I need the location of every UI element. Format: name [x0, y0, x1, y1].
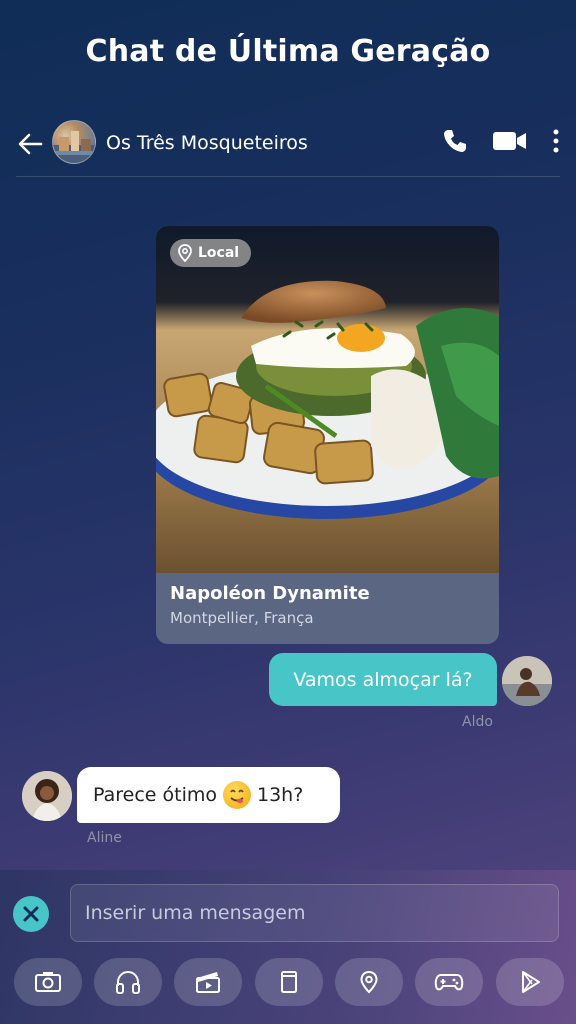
back-arrow-icon[interactable]	[16, 130, 44, 158]
group-avatar[interactable]	[52, 120, 96, 164]
avatar-aline[interactable]	[22, 771, 72, 821]
sender-name-aline: Aline	[87, 830, 122, 846]
video-camera-icon[interactable]	[492, 126, 528, 156]
incoming-text-end: 13h?	[257, 784, 304, 806]
message-input[interactable]	[70, 884, 559, 942]
incoming-text-start: Parece ótimo	[93, 784, 217, 806]
gamepad-icon	[434, 974, 464, 991]
chat-header: Os Três Mosqueteiros	[0, 118, 576, 170]
document-icon	[281, 971, 297, 993]
outgoing-message[interactable]: Vamos almoçar lá?	[269, 653, 497, 706]
place-badge-label: Local	[198, 245, 240, 261]
attachment-toolbar	[0, 958, 576, 1006]
place-name: Napoléon Dynamite	[170, 583, 370, 604]
clapperboard-icon	[196, 972, 220, 993]
incoming-message[interactable]: Parece ótimo 13h?	[77, 767, 340, 823]
place-badge: Local	[170, 239, 252, 267]
sender-name-aldo: Aldo	[462, 714, 493, 730]
location-button[interactable]	[335, 958, 403, 1006]
food-photo	[156, 226, 499, 573]
phone-icon[interactable]	[440, 126, 470, 156]
close-icon	[23, 906, 39, 922]
avatar-aldo[interactable]	[502, 656, 552, 706]
place-info: Napoléon Dynamite Montpellier, França	[156, 573, 499, 644]
headphones-icon	[116, 971, 140, 994]
video-clip-button[interactable]	[174, 958, 242, 1006]
app-title: Chat de Última Geração	[85, 34, 491, 69]
location-pin-icon	[178, 244, 192, 262]
location-pin-icon	[360, 970, 378, 994]
camera-button[interactable]	[14, 958, 82, 1006]
close-composer-button[interactable]	[13, 896, 49, 932]
document-button[interactable]	[255, 958, 323, 1006]
place-location: Montpellier, França	[170, 609, 314, 627]
place-card[interactable]: Local Napoléon Dynamite Montpellier, Fra…	[156, 226, 499, 644]
yum-emoji-icon	[223, 781, 251, 809]
game-button[interactable]	[415, 958, 483, 1006]
header-divider	[16, 176, 560, 177]
more-vertical-icon[interactable]	[546, 126, 566, 156]
play-store-icon	[522, 971, 540, 993]
play-store-button[interactable]	[496, 958, 564, 1006]
audio-button[interactable]	[94, 958, 162, 1006]
group-name[interactable]: Os Três Mosqueteiros	[106, 132, 308, 154]
camera-icon	[35, 972, 61, 992]
